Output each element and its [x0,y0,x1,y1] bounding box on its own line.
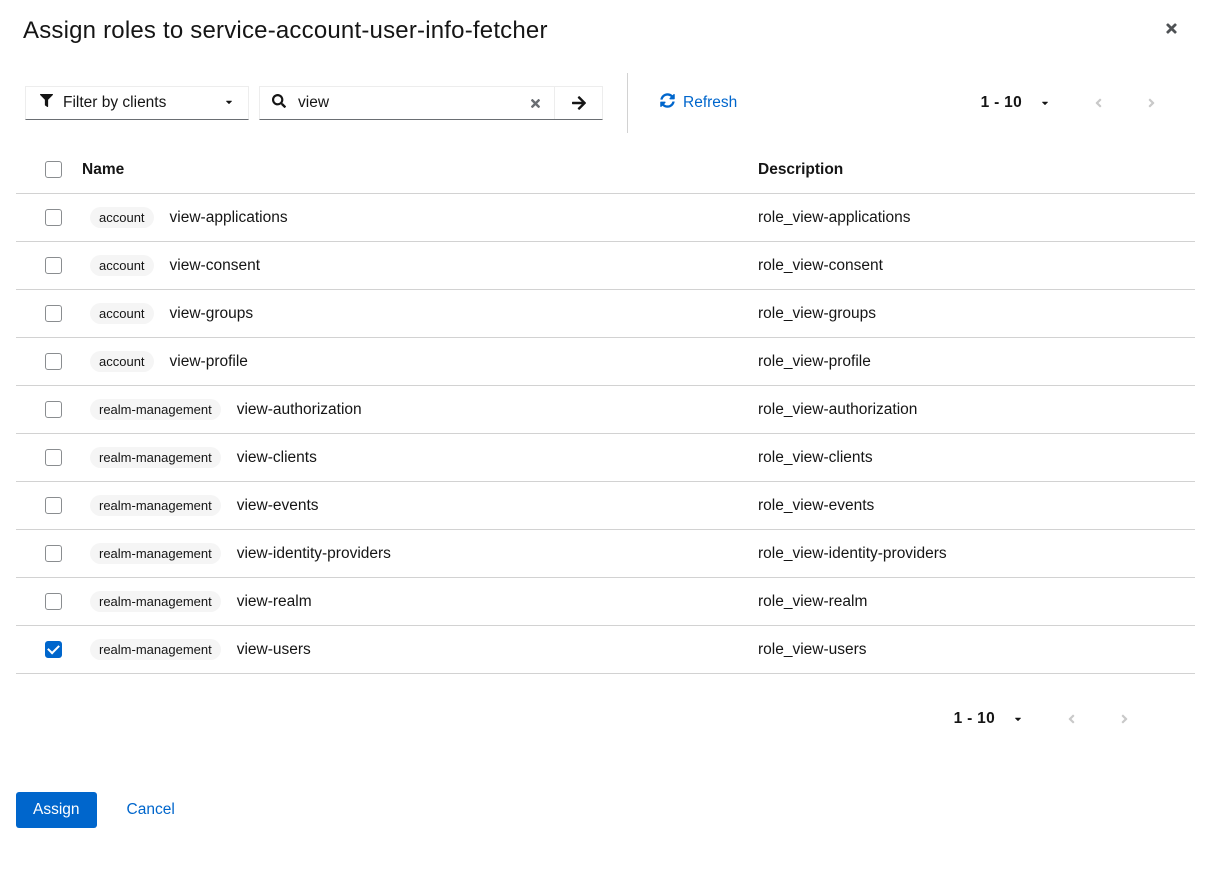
role-description: role_view-realm [758,593,1195,611]
client-badge: realm-management [90,639,221,660]
table-row: realm-management view-events role_view-e… [16,482,1195,530]
role-name: view-events [237,497,319,515]
row-checkbox[interactable] [45,593,62,610]
next-page-button[interactable] [1110,706,1139,732]
pagination-menu-toggle[interactable] [1007,708,1029,730]
assign-roles-modal: Assign roles to service-account-user-inf… [0,0,1211,828]
filter-icon [40,94,53,112]
table-row: account view-consent role_view-consent [16,242,1195,290]
client-badge: realm-management [90,447,221,468]
role-name: view-identity-providers [237,545,391,563]
prev-page-button[interactable] [1057,706,1086,732]
role-description: role_view-groups [758,305,1195,323]
caret-down-icon [1013,712,1023,727]
cancel-button[interactable]: Cancel [127,792,175,828]
table-row: account view-applications role_view-appl… [16,194,1195,242]
role-description: role_view-events [758,497,1195,515]
caret-down-icon [1040,96,1050,111]
table-row: realm-management view-identity-providers… [16,530,1195,578]
column-header-description: Description [758,161,1195,179]
page-title: Assign roles to service-account-user-inf… [23,15,548,46]
search-icon [260,94,296,113]
client-badge: realm-management [90,399,221,420]
table-row: account view-groups role_view-groups [16,290,1195,338]
chevron-left-icon [1067,714,1076,729]
refresh-label: Refresh [683,94,737,112]
close-icon [1164,24,1179,39]
pagination-menu-toggle[interactable] [1034,92,1056,114]
client-badge: account [90,207,154,228]
refresh-icon [660,93,675,113]
role-name: view-groups [170,305,254,323]
roles-table: Name Description account view-applicatio… [16,146,1195,674]
modal-footer: Assign Cancel [16,792,1195,828]
table-header: Name Description [16,146,1195,194]
client-badge: account [90,351,154,372]
table-row: realm-management view-clients role_view-… [16,434,1195,482]
row-checkbox[interactable] [45,209,62,226]
client-badge: account [90,255,154,276]
client-badge: realm-management [90,591,221,612]
assign-button[interactable]: Assign [16,792,97,828]
row-checkbox[interactable] [45,305,62,322]
chevron-down-icon [224,94,234,112]
clear-icon [529,98,542,113]
chevron-right-icon [1147,98,1156,113]
role-description: role_view-profile [758,353,1195,371]
role-name: view-authorization [237,401,362,419]
role-description: role_view-identity-providers [758,545,1195,563]
filter-dropdown[interactable]: Filter by clients [25,86,249,120]
role-name: view-applications [170,209,288,227]
role-name: view-consent [170,257,260,275]
role-name: view-clients [237,449,317,467]
row-checkbox[interactable] [45,449,62,466]
role-description: role_view-clients [758,449,1195,467]
table-body: account view-applications role_view-appl… [16,194,1195,674]
select-all-checkbox[interactable] [45,161,62,178]
filter-label: Filter by clients [63,94,166,112]
table-row: realm-management view-realm role_view-re… [16,578,1195,626]
role-description: role_view-users [758,641,1195,659]
pagination-range: 1 - 10 [954,710,995,728]
toolbar-divider [627,73,628,133]
role-name: view-realm [237,593,312,611]
pagination-bottom: 1 - 10 [954,706,1139,732]
refresh-button[interactable]: Refresh [660,93,737,113]
client-badge: realm-management [90,495,221,516]
pagination-top: 1 - 10 [981,90,1166,116]
client-badge: realm-management [90,543,221,564]
row-checkbox[interactable] [45,545,62,562]
row-checkbox[interactable] [45,497,62,514]
role-description: role_view-applications [758,209,1195,227]
clear-search-button[interactable] [517,97,554,110]
next-page-button[interactable] [1137,90,1166,116]
search-input[interactable] [296,93,517,113]
row-checkbox[interactable] [45,257,62,274]
chevron-left-icon [1094,98,1103,113]
row-checkbox[interactable] [45,353,62,370]
close-button[interactable] [1156,13,1187,44]
table-row: account view-profile role_view-profile [16,338,1195,386]
row-checkbox[interactable] [45,641,62,658]
chevron-right-icon [1120,714,1129,729]
search-group [259,86,603,120]
search-submit-button[interactable] [554,87,602,119]
toolbar: Filter by clients Refresh 1 - 10 [25,72,1195,134]
table-row: realm-management view-users role_view-us… [16,626,1195,674]
table-row: realm-management view-authorization role… [16,386,1195,434]
role-name: view-profile [170,353,248,371]
role-description: role_view-authorization [758,401,1195,419]
column-header-name: Name [82,161,758,179]
prev-page-button[interactable] [1084,90,1113,116]
client-badge: account [90,303,154,324]
row-checkbox[interactable] [45,401,62,418]
modal-header: Assign roles to service-account-user-inf… [16,15,1195,46]
arrow-right-icon [571,99,587,114]
pagination-range: 1 - 10 [981,94,1022,112]
role-description: role_view-consent [758,257,1195,275]
role-name: view-users [237,641,311,659]
